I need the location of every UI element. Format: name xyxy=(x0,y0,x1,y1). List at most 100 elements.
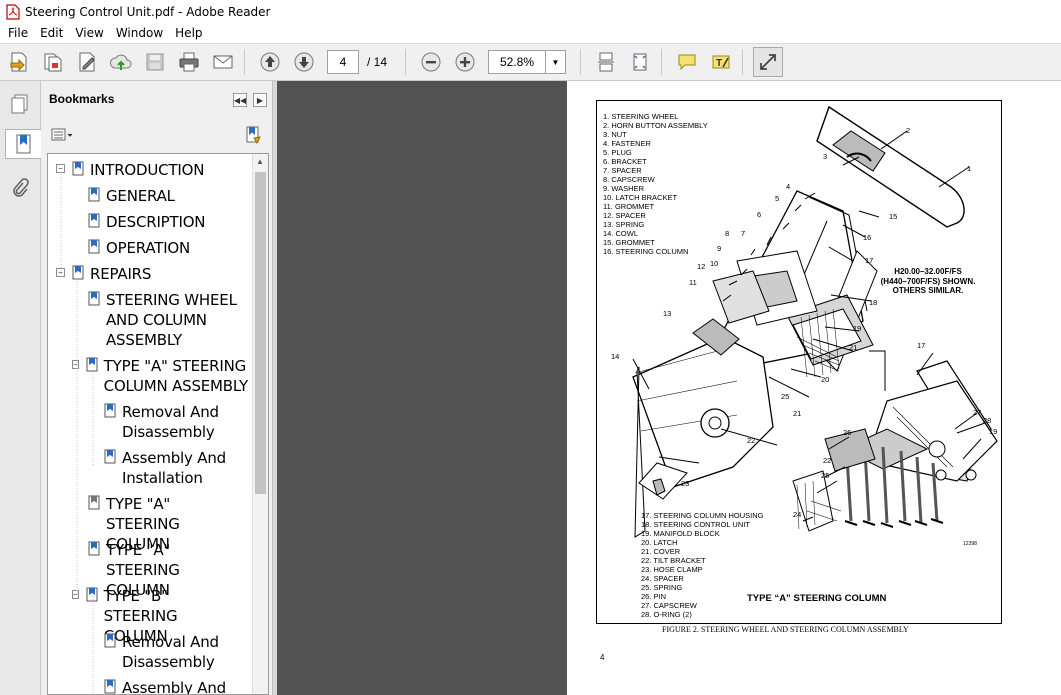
callout-26: 26 xyxy=(843,428,851,437)
toolbar: / 14 ▼ T xyxy=(0,43,1061,81)
toolbar-separator xyxy=(405,49,407,75)
legend-item: 20. LATCH xyxy=(641,538,678,547)
menu-bar: File Edit View Window Help xyxy=(0,23,1061,43)
callout-20: 20 xyxy=(821,375,829,384)
scrolling-mode-icon[interactable] xyxy=(591,47,621,77)
bookmarks-header: Bookmarks ◀◀ ▶ xyxy=(41,81,273,117)
zoom-out-icon[interactable] xyxy=(416,47,446,77)
legend-item: 19. MANIFOLD BLOCK xyxy=(641,529,720,538)
svg-text:T: T xyxy=(716,58,722,69)
callout-22: 22 xyxy=(747,436,755,445)
combine-files-icon[interactable] xyxy=(38,47,68,77)
bookmark-removal-and-disassembly[interactable]: Removal And Disassembly xyxy=(104,402,244,442)
comment-icon[interactable] xyxy=(672,47,702,77)
bookmark-label: Assembly And Installation xyxy=(122,449,226,487)
callout-14: 14 xyxy=(611,352,619,361)
pdf-file-icon xyxy=(6,3,20,20)
scroll-up-arrow-icon[interactable]: ▲ xyxy=(256,157,264,166)
callout-19: 19 xyxy=(853,324,861,333)
menu-window[interactable]: Window xyxy=(110,26,169,40)
callout-4: 4 xyxy=(786,182,790,191)
bookmark-label: GENERAL xyxy=(106,187,175,205)
figure-title: TYPE “A” STEERING COLUMN xyxy=(747,593,887,604)
legend-item: 21. COVER xyxy=(641,547,681,556)
find-bookmark-icon[interactable] xyxy=(245,125,263,145)
page-thumbnails-icon[interactable] xyxy=(5,89,35,119)
callout-24: 24 xyxy=(793,510,801,519)
callout-2: 2 xyxy=(906,126,910,135)
bookmark-options-icon[interactable] xyxy=(51,127,75,143)
legend-item: 26. PIN xyxy=(641,592,667,601)
bookmark-assembly-and[interactable]: Assembly And xyxy=(104,678,244,694)
callout-7: 7 xyxy=(741,229,745,238)
menu-view[interactable]: View xyxy=(69,26,109,40)
parts-legend-bottom: 17. STEERING COLUMN HOUSING 18. STEERING… xyxy=(641,511,764,619)
next-page-icon[interactable] xyxy=(289,47,319,77)
bookmark-removal-and-disassembly[interactable]: Removal And Disassembly xyxy=(104,632,244,672)
fit-page-icon[interactable] xyxy=(625,47,655,77)
previous-page-icon[interactable] xyxy=(255,47,285,77)
callout-10: 10 xyxy=(710,259,718,268)
expand-panel-icon[interactable]: ▶ xyxy=(253,93,267,107)
bookmark-label: DESCRIPTION xyxy=(106,213,206,231)
toolbar-separator xyxy=(742,49,744,75)
window-title: Steering Control Unit.pdf - Adobe Reader xyxy=(25,4,271,19)
collapse-panel-icon[interactable]: ◀◀ xyxy=(233,93,247,107)
zoom-dropdown-icon[interactable]: ▼ xyxy=(546,50,567,74)
legend-item: 23. HOSE CLAMP xyxy=(641,565,703,574)
menu-file[interactable]: File xyxy=(2,26,34,40)
bookmark-label: STEERING WHEEL AND COLUMN ASSEMBLY xyxy=(106,291,237,349)
bookmarks-tree: − INTRODUCTION GENERAL DESCRIPTION OPERA… xyxy=(47,153,269,695)
callout-27: 27 xyxy=(973,408,981,417)
callout-21b: 21 xyxy=(793,409,801,418)
highlight-text-icon[interactable]: T xyxy=(706,47,736,77)
bookmark-label: Removal And Disassembly xyxy=(122,403,219,441)
page-number: 4 xyxy=(600,653,605,662)
legend-item: 28. O-RING (2) xyxy=(641,610,692,619)
bookmarks-scrollbar[interactable]: ▲ xyxy=(252,154,268,694)
page-total: / 14 xyxy=(367,55,388,69)
callout-12: 12 xyxy=(697,262,705,271)
legend-item: 17. STEERING COLUMN HOUSING xyxy=(641,511,764,520)
bookmark-assembly-and-installation[interactable]: Assembly And Installation xyxy=(104,448,244,488)
callout-15: 15 xyxy=(889,212,897,221)
email-icon[interactable] xyxy=(208,47,238,77)
legend-item: 18. STEERING CONTROL UNIT xyxy=(641,520,750,529)
menu-edit[interactable]: Edit xyxy=(34,26,69,40)
toolbar-separator xyxy=(661,49,663,75)
bookmark-steering-wheel-and-column-assembly[interactable]: STEERING WHEEL AND COLUMN ASSEMBLY xyxy=(88,290,248,350)
callout-16: 16 xyxy=(863,233,871,242)
document-area[interactable]: 1. STEERING WHEEL 2. HORN BUTTON ASSEMBL… xyxy=(277,81,1061,695)
callout-5: 5 xyxy=(775,194,779,203)
create-pdf-icon[interactable] xyxy=(4,47,34,77)
callout-21: 21 xyxy=(849,343,857,352)
scrollbar-thumb[interactable] xyxy=(255,172,266,494)
menu-help[interactable]: Help xyxy=(169,26,208,40)
callout-8: 8 xyxy=(725,229,729,238)
callout-17b: 17 xyxy=(917,341,925,350)
edit-pdf-icon[interactable] xyxy=(72,47,102,77)
figure-caption: FIGURE 2. STEERING WHEEL AND STEERING CO… xyxy=(662,625,909,634)
page-number-input[interactable] xyxy=(327,50,359,74)
attachments-icon[interactable] xyxy=(5,173,35,203)
callout-6: 6 xyxy=(757,210,761,219)
expand-icon[interactable] xyxy=(753,47,784,77)
callout-28: 28 xyxy=(983,416,991,425)
figure-frame: 1. STEERING WHEEL 2. HORN BUTTON ASSEMBL… xyxy=(596,100,1002,624)
save-icon[interactable] xyxy=(140,47,170,77)
pdf-page: 1. STEERING WHEEL 2. HORN BUTTON ASSEMBL… xyxy=(567,81,1061,695)
upload-cloud-icon[interactable] xyxy=(106,47,136,77)
tree-guide-lines xyxy=(60,174,94,694)
legend-item: 22. TILT BRACKET xyxy=(641,556,706,565)
zoom-level-input[interactable] xyxy=(488,50,547,74)
title-bar: Steering Control Unit.pdf - Adobe Reader xyxy=(0,0,1061,23)
toolbar-separator xyxy=(244,49,245,75)
print-icon[interactable] xyxy=(174,47,204,77)
bookmarks-tab-icon[interactable] xyxy=(5,129,41,159)
legend-item: 25. SPRING xyxy=(641,583,683,592)
zoom-in-icon[interactable] xyxy=(450,47,480,77)
adobe-reader-window: Steering Control Unit.pdf - Adobe Reader… xyxy=(0,0,1061,695)
callout-13: 13 xyxy=(663,309,671,318)
callout-3: 3 xyxy=(823,152,827,161)
legend-item: 27. CAPSCREW xyxy=(641,601,697,610)
